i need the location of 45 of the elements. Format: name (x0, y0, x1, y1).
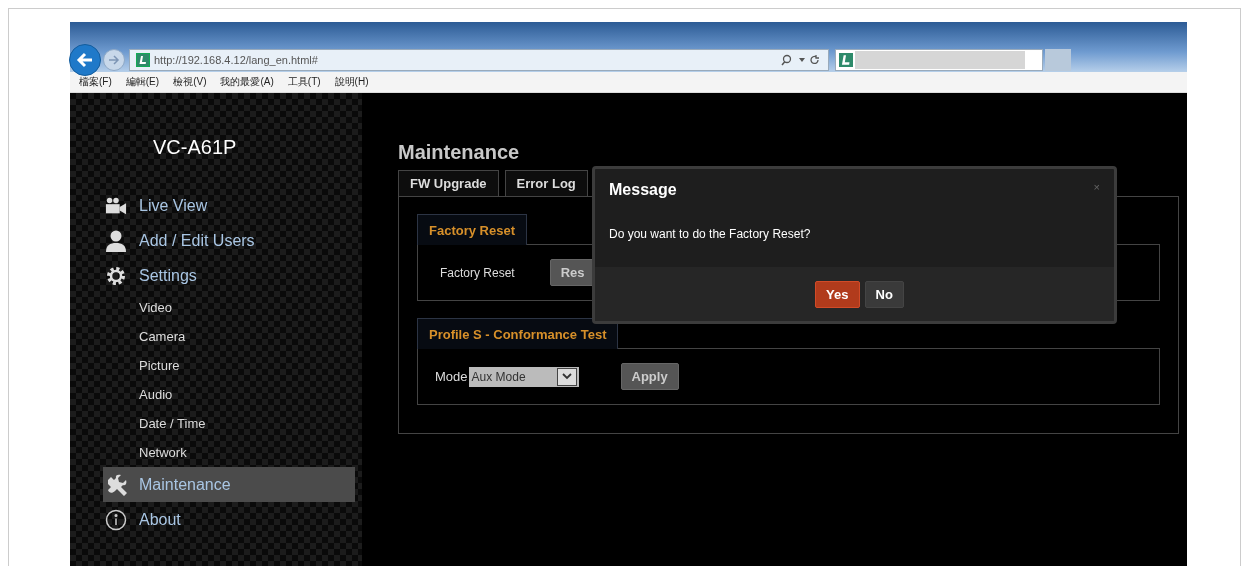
refresh-icon[interactable] (809, 54, 820, 66)
nav-item[interactable]: Settings (103, 258, 355, 293)
menu-item[interactable]: 編輯(E) (125, 75, 160, 89)
dialog-message: Do you want to do the Factory Reset? (609, 227, 811, 241)
address-bar[interactable]: http://192.168.4.12/lang_en.html# (129, 49, 829, 71)
menu-item[interactable]: 檔案(F) (79, 75, 112, 89)
settings-icon (105, 264, 127, 287)
arrow-left-icon (76, 52, 94, 68)
nav-item[interactable]: Date / Time (103, 409, 355, 438)
nav-item[interactable]: Video (103, 293, 355, 322)
arrow-right-icon (108, 55, 120, 65)
menu-item[interactable]: 檢視(V) (173, 75, 207, 89)
caret-icon (561, 373, 572, 380)
tab[interactable]: FW Upgrade (398, 170, 499, 196)
tab[interactable]: Error Log (504, 170, 588, 196)
menu-item[interactable]: 我的最愛(A) (220, 75, 274, 89)
site-icon (136, 53, 150, 67)
nav-item[interactable]: About (103, 502, 355, 537)
page-title: Maintenance (398, 141, 520, 164)
site-icon (839, 53, 853, 67)
field-label: Mode (435, 369, 468, 384)
dropdown-icon[interactable] (799, 58, 805, 62)
model-name: VC-A61P (153, 136, 237, 160)
nav-item[interactable]: Live View (103, 188, 355, 223)
nav-item[interactable]: Add / Edit Users (103, 223, 355, 258)
apply-button[interactable]: Apply (620, 363, 679, 390)
field-label: Factory Reset (440, 265, 515, 280)
dialog-title: Message (609, 181, 677, 200)
nav-item[interactable]: Maintenance (103, 467, 355, 502)
nav-item[interactable]: Audio (103, 380, 355, 409)
browser-tab[interactable] (835, 49, 1043, 71)
menu-item[interactable]: 工具(T) (287, 75, 321, 89)
info-icon (105, 508, 127, 531)
wrench-icon (105, 473, 127, 496)
nav-item[interactable]: Network (103, 438, 355, 467)
url-text: http://192.168.4.12/lang_en.html# (154, 54, 319, 66)
menu-item[interactable]: 說明(H) (334, 75, 369, 89)
nav-item[interactable]: Picture (103, 351, 355, 380)
back-button[interactable] (69, 44, 101, 76)
user-icon (105, 229, 127, 252)
cancel-button[interactable]: No (864, 280, 904, 308)
nav-item[interactable]: Camera (103, 322, 355, 351)
video-camera-icon (105, 196, 127, 215)
confirm-button[interactable]: Yes (815, 280, 860, 308)
mode-dropdown[interactable]: Aux Mode (468, 366, 579, 387)
